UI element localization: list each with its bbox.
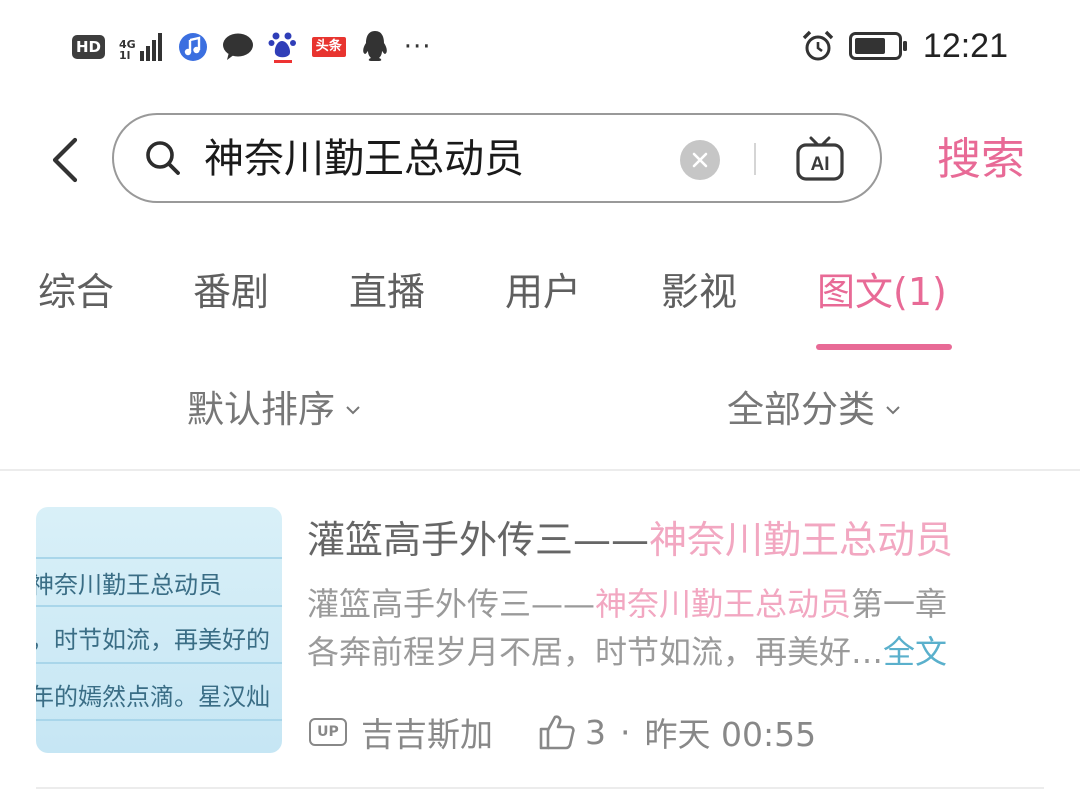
- ai-tv-icon: AI: [796, 136, 844, 181]
- signal-group: 4G 1l: [119, 33, 164, 61]
- snippet-line-2-text: 各奔前程岁月不居，时节如流，再美好…: [307, 633, 884, 671]
- tab-articles[interactable]: 图文(1): [817, 262, 947, 322]
- search-input[interactable]: 神奈川勤王总动员: [204, 133, 524, 185]
- active-tab-indicator: [816, 344, 952, 350]
- result-title[interactable]: 灌篮高手外传三——神奈川勤王总动员: [307, 513, 953, 567]
- full-text-link[interactable]: 全文: [883, 633, 947, 671]
- clear-search-button[interactable]: [680, 140, 720, 180]
- section-divider: [0, 469, 1080, 471]
- signal-strength-icon: [139, 33, 162, 61]
- thumbnail-text-line: 年的嫣然点滴。星汉灿: [36, 683, 270, 711]
- qq-app-icon: [362, 31, 387, 61]
- status-icons-right: 12:21: [801, 26, 1008, 66]
- publish-time: 昨天 00:55: [644, 715, 817, 754]
- thumbnail-text-line: ，时节如流，再美好的: [36, 626, 270, 654]
- result-title-highlight: 神奈川勤王总动员: [649, 518, 954, 562]
- search-icon: [146, 141, 180, 175]
- snippet-after-highlight: 第一章: [851, 585, 948, 623]
- battery-icon: [848, 32, 907, 60]
- thumbnail-text-line: 神奈川勤王总动员: [36, 571, 222, 599]
- more-notifications-icon: ···: [403, 32, 432, 62]
- like-count: 3: [585, 712, 606, 752]
- result-type-tabs: 综合 番剧 直播 用户 影视 图文(1): [0, 262, 1080, 352]
- tab-anime[interactable]: 番剧: [193, 262, 269, 322]
- category-label: 全部分类: [727, 388, 875, 431]
- chevron-down-icon: [886, 406, 900, 415]
- toutiao-app-icon: 头条: [311, 37, 346, 57]
- tab-live[interactable]: 直播: [349, 262, 425, 322]
- thumbnail-rule: [36, 662, 282, 664]
- sort-order-label: 默认排序: [187, 388, 335, 431]
- snippet-line-1: 灌篮高手外传三——神奈川勤王总动员第一章: [307, 580, 1027, 628]
- result-thumbnail[interactable]: 神奈川勤王总动员 ，时节如流，再美好的 年的嫣然点滴。星汉灿: [36, 507, 282, 753]
- result-title-prefix: 灌篮高手外传三——: [307, 518, 650, 562]
- clock: 12:21: [922, 26, 1008, 65]
- result-snippet[interactable]: 灌篮高手外传三——神奈川勤王总动员第一章 各奔前程岁月不居，时节如流，再美好…全…: [307, 580, 1027, 676]
- category-dropdown[interactable]: 全部分类: [727, 380, 901, 440]
- network-activity-label: 1l: [119, 49, 131, 62]
- thumbnail-rule: [36, 557, 282, 559]
- search-divider: [754, 143, 756, 175]
- status-icons-left: HD 4G 1l 头条 ···: [72, 30, 432, 64]
- message-app-icon: [222, 33, 253, 60]
- snippet-line-2: 各奔前程岁月不居，时节如流，再美好…全文: [307, 628, 1027, 676]
- baidu-app-icon: [268, 32, 296, 63]
- result-divider: [36, 787, 1044, 789]
- sort-order-dropdown[interactable]: 默认排序: [187, 380, 361, 440]
- back-button[interactable]: [40, 132, 88, 188]
- author-name[interactable]: 吉吉斯加: [361, 708, 493, 756]
- status-bar: HD 4G 1l 头条 ··· 12:21: [0, 0, 1080, 92]
- thumbs-up-icon[interactable]: [537, 712, 577, 752]
- tab-film-tv[interactable]: 影视: [661, 262, 737, 322]
- music-app-icon: [178, 33, 207, 61]
- sort-filter-row: 默认排序 全部分类: [0, 380, 1080, 444]
- up-badge-icon: UP: [309, 718, 347, 746]
- network-type-icon: 4G 1l: [119, 39, 136, 61]
- tab-comprehensive[interactable]: 综合: [38, 262, 114, 322]
- chevron-left-icon: [52, 137, 78, 183]
- search-submit-button[interactable]: 搜索: [937, 130, 1025, 190]
- ai-label: AI: [811, 154, 830, 175]
- alarm-icon: [802, 30, 834, 61]
- thumbnail-rule: [36, 605, 282, 607]
- result-meta: UP 吉吉斯加 3 · 昨天 00:55: [309, 706, 816, 758]
- search-box[interactable]: 神奈川勤王总动员 AI: [112, 113, 882, 203]
- meta-separator: ·: [620, 712, 631, 752]
- chevron-down-icon: [346, 406, 360, 415]
- hd-voice-icon: HD: [72, 35, 106, 59]
- close-icon: [692, 152, 708, 168]
- tab-users[interactable]: 用户: [505, 262, 581, 322]
- snippet-prefix: 灌篮高手外传三——: [307, 585, 596, 623]
- snippet-highlight: 神奈川勤王总动员: [595, 585, 852, 623]
- ai-search-button[interactable]: AI: [794, 133, 846, 185]
- thumbnail-rule: [36, 719, 282, 721]
